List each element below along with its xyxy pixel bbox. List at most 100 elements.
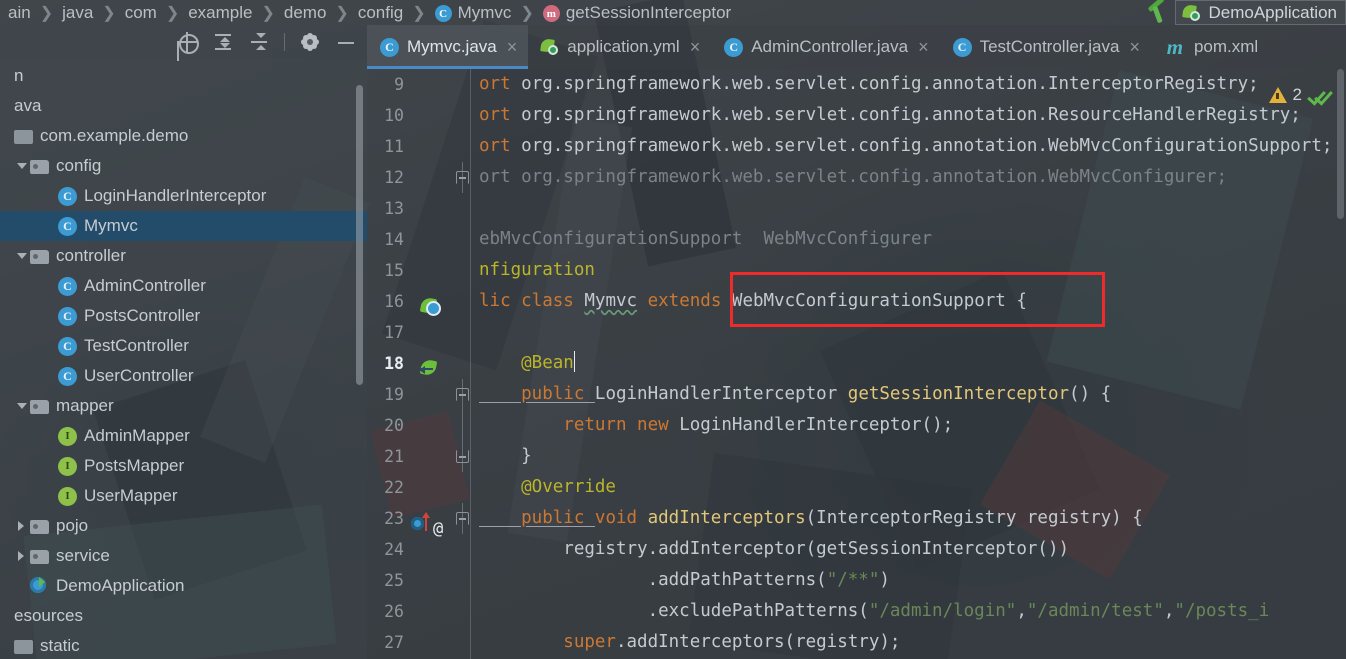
- tree-item-postscontroller[interactable]: C PostsController: [0, 301, 367, 331]
- java-class-icon: C: [58, 306, 77, 326]
- breadcrumb-item-com[interactable]: com: [125, 3, 157, 23]
- tree-item-service[interactable]: service: [0, 541, 367, 571]
- java-class-icon: C: [58, 216, 77, 236]
- run-configuration-selector[interactable]: DemoApplication: [1175, 0, 1346, 25]
- code-line[interactable]: 17: [367, 317, 1346, 348]
- tree-item-config[interactable]: config: [0, 151, 367, 181]
- tree-item-static[interactable]: static: [0, 631, 367, 659]
- override-method-gutter-icon[interactable]: @: [411, 511, 453, 539]
- code-line[interactable]: 12 ort org.springframework.web.servlet.co…: [367, 162, 1346, 193]
- editor-gutter[interactable]: 15: [367, 255, 472, 286]
- code-line[interactable]: 16 lic class Mymvc extends WebMvcConfigur…: [367, 286, 1346, 317]
- editor-gutter[interactable]: 11: [367, 131, 472, 162]
- code-editor[interactable]: 9 ort org.springframework.web.servlet.con…: [367, 69, 1346, 659]
- tree-item-admincontroller[interactable]: C AdminController: [0, 271, 367, 301]
- editor-tab-testcontroller-java[interactable]: C TestController.java ×: [940, 25, 1151, 69]
- tree-item-demoapplication[interactable]: DemoApplication: [0, 571, 367, 601]
- breadcrumb-item-example[interactable]: example: [188, 3, 252, 23]
- editor-gutter[interactable]: 22: [367, 472, 472, 503]
- editor-tab-pom-xml[interactable]: m pom.xml: [1151, 25, 1269, 69]
- folder-icon: [30, 159, 49, 174]
- editor-gutter[interactable]: 21: [367, 441, 472, 472]
- editor-gutter[interactable]: 25: [367, 565, 472, 596]
- tree-item-n[interactable]: n: [0, 61, 367, 91]
- code-line[interactable]: 15 nfiguration: [367, 255, 1346, 286]
- editor-gutter[interactable]: 26: [367, 596, 472, 627]
- code-line[interactable]: 9 ort org.springframework.web.servlet.con…: [367, 69, 1346, 100]
- project-tree-scrollbar[interactable]: [356, 85, 363, 385]
- tree-item-usercontroller[interactable]: C UserController: [0, 361, 367, 391]
- collapse-all-icon[interactable]: [248, 31, 270, 53]
- expand-all-icon[interactable]: [212, 31, 234, 53]
- editor-gutter[interactable]: 24: [367, 534, 472, 565]
- editor-tab-admincontroller-java[interactable]: C AdminController.java ×: [711, 25, 939, 69]
- spring-bean-navigate-gutter-icon[interactable]: [419, 358, 441, 379]
- code-line[interactable]: 13: [367, 193, 1346, 224]
- breadcrumb-item-demo[interactable]: demo: [284, 3, 327, 23]
- tree-item-controller[interactable]: controller: [0, 241, 367, 271]
- breadcrumb-item-java[interactable]: java: [62, 3, 93, 23]
- editor-gutter[interactable]: 14: [367, 224, 472, 255]
- build-project-hammer-icon[interactable]: [1141, 0, 1175, 25]
- breadcrumb-item-getsessioninterceptor[interactable]: m getSessionInterceptor: [542, 3, 731, 23]
- close-tab-icon[interactable]: ×: [690, 38, 701, 56]
- tree-item-pojo[interactable]: pojo: [0, 511, 367, 541]
- code-line[interactable]: 20 return new LoginHandlerInterceptor();: [367, 410, 1346, 441]
- chevron-down-icon[interactable]: [16, 161, 27, 172]
- code-line[interactable]: 23 @ public void addInterceptors(Intercep…: [367, 503, 1346, 539]
- tree-item-com-example-demo[interactable]: com.example.demo: [0, 121, 367, 151]
- editor-gutter[interactable]: 16: [367, 286, 472, 317]
- code-line[interactable]: 22 @Override: [367, 472, 1346, 503]
- editor-gutter[interactable]: 18: [367, 348, 472, 379]
- editor-gutter[interactable]: 12: [367, 162, 472, 193]
- tree-item-loginhandlerinterceptor[interactable]: C LoginHandlerInterceptor: [0, 181, 367, 211]
- code-line[interactable]: 14 ebMvcConfigurationSupport WebMvcConfig…: [367, 224, 1346, 255]
- code-line[interactable]: 21 }: [367, 441, 1346, 472]
- hide-panel-icon[interactable]: [335, 31, 357, 53]
- chevron-right-icon[interactable]: [16, 551, 27, 562]
- warning-triangle-icon: [1268, 87, 1287, 103]
- close-tab-icon[interactable]: ×: [507, 38, 518, 56]
- settings-gear-icon[interactable]: [299, 31, 321, 53]
- editor-gutter[interactable]: 10: [367, 100, 472, 131]
- chevron-down-icon[interactable]: [16, 251, 27, 262]
- editor-gutter[interactable]: 27: [367, 627, 472, 658]
- code-line[interactable]: 10 ort org.springframework.web.servlet.co…: [367, 100, 1346, 131]
- editor-tab-application-yml[interactable]: application.yml ×: [528, 25, 711, 69]
- close-tab-icon[interactable]: ×: [1129, 38, 1140, 56]
- tree-item-adminmapper[interactable]: I AdminMapper: [0, 421, 367, 451]
- breadcrumb-separator: ❯: [335, 4, 349, 22]
- tree-item-esources[interactable]: esources: [0, 601, 367, 631]
- editor-gutter[interactable]: 20: [367, 410, 472, 441]
- tree-item-mapper[interactable]: mapper: [0, 391, 367, 421]
- tree-item-usermapper[interactable]: I UserMapper: [0, 481, 367, 511]
- breadcrumb-item-ain[interactable]: ain: [8, 3, 31, 23]
- code-line[interactable]: 25 .addPathPatterns("/**"): [367, 565, 1346, 596]
- code-line[interactable]: 24 registry.addInterceptor(getSessionInt…: [367, 534, 1346, 565]
- locate-in-tree-icon[interactable]: [176, 31, 199, 54]
- tree-item-ava[interactable]: ava: [0, 91, 367, 121]
- tree-item-mymvc[interactable]: C Mymvc: [0, 211, 367, 241]
- tree-item-postsmapper[interactable]: I PostsMapper: [0, 451, 367, 481]
- chevron-right-icon[interactable]: [16, 521, 27, 532]
- code-line[interactable]: 26 .excludePathPatterns("/admin/login","…: [367, 596, 1346, 627]
- breadcrumb-item-mymvc[interactable]: C Mymvc: [434, 3, 511, 23]
- editor-gutter[interactable]: 17: [367, 317, 472, 348]
- inspection-status-widget[interactable]: 2: [1268, 85, 1332, 105]
- editor-gutter[interactable]: 23 @: [367, 503, 472, 539]
- tree-item-testcontroller[interactable]: C TestController: [0, 331, 367, 361]
- editor-tab-mymvc-java[interactable]: C Mymvc.java ×: [367, 25, 529, 69]
- editor-gutter[interactable]: 13: [367, 193, 472, 224]
- chevron-down-icon[interactable]: [16, 401, 27, 412]
- breadcrumb-item-config[interactable]: config: [358, 3, 403, 23]
- folder-icon: [30, 549, 49, 564]
- code-line[interactable]: 11 ort org.springframework.web.servlet.co…: [367, 131, 1346, 162]
- editor-scrollbar[interactable]: [1337, 69, 1344, 219]
- close-tab-icon[interactable]: ×: [918, 38, 929, 56]
- editor-gutter[interactable]: 19: [367, 379, 472, 410]
- code-line[interactable]: 27 super.addInterceptors(registry);: [367, 627, 1346, 658]
- code-line[interactable]: 19 public LoginHandlerInterceptor getSes…: [367, 379, 1346, 410]
- code-line[interactable]: 18 @Bean: [367, 348, 1346, 379]
- editor-gutter[interactable]: 9: [367, 69, 472, 100]
- spring-bean-gutter-icon[interactable]: [419, 296, 441, 317]
